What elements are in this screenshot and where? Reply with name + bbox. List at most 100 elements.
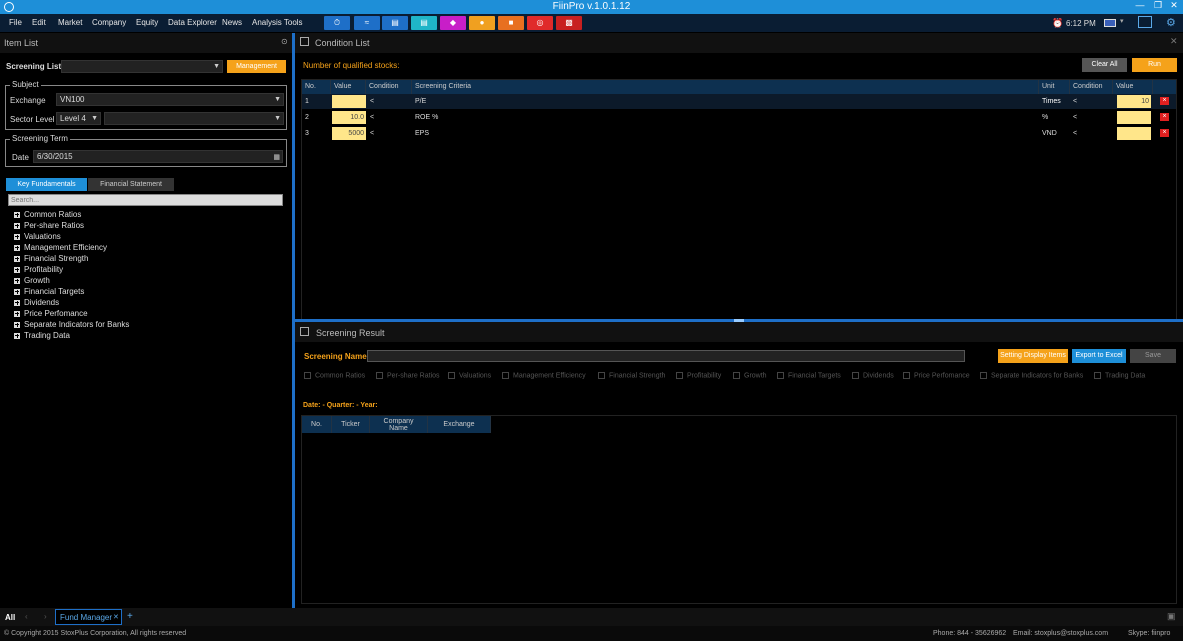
expand-icon[interactable] <box>14 310 20 317</box>
checkbox-icon[interactable] <box>304 372 311 379</box>
value-input[interactable] <box>332 95 366 108</box>
table-row[interactable]: 2 10.0 < ROE % % < × <box>302 110 1176 125</box>
checkbox-separate-indicators-banks[interactable]: Separate Indicators for Banks <box>980 372 1083 379</box>
checkbox-icon[interactable] <box>903 372 910 379</box>
menu-news[interactable]: News <box>222 18 242 27</box>
screening-name-input[interactable] <box>367 350 965 362</box>
tree-item-trading-data[interactable]: Trading Data <box>14 331 70 340</box>
delete-icon[interactable]: × <box>1160 129 1169 137</box>
presentation-icon[interactable]: ■ <box>498 16 524 30</box>
tree-item-separate-indicators-banks[interactable]: Separate Indicators for Banks <box>14 320 129 329</box>
analysis-icon[interactable]: ▩ <box>556 16 582 30</box>
chevron-left-icon[interactable]: ‹ <box>25 612 28 621</box>
minimize-icon[interactable]: — <box>1133 0 1147 10</box>
condition-select[interactable]: < <box>370 130 374 137</box>
value-input[interactable]: 5000 <box>332 127 366 140</box>
group-icon[interactable]: ● <box>469 16 495 30</box>
checkbox-common-ratios[interactable]: Common Ratios <box>304 372 365 379</box>
document-icon[interactable]: ▤ <box>411 16 437 30</box>
lock-icon[interactable]: ▣ <box>1167 611 1176 622</box>
expand-icon[interactable] <box>14 266 20 273</box>
menu-data-explorer[interactable]: Data Explorer <box>168 18 217 27</box>
close-icon[interactable]: ✕ <box>1167 0 1181 11</box>
tree-item-dividends[interactable]: Dividends <box>14 298 59 307</box>
checkbox-icon[interactable] <box>676 372 683 379</box>
checkbox-growth[interactable]: Growth <box>733 372 767 379</box>
run-button[interactable]: Run <box>1132 58 1177 72</box>
expand-icon[interactable] <box>14 244 20 251</box>
market-chart-icon[interactable]: ≈ <box>354 16 380 30</box>
menu-analysis-tools[interactable]: Analysis Tools <box>252 18 303 27</box>
calendar-icon[interactable]: ▦ <box>273 152 280 163</box>
gear-icon[interactable]: ⚙ <box>1166 16 1176 29</box>
condition-select-2[interactable]: < <box>1073 98 1077 105</box>
checkbox-financial-targets[interactable]: Financial Targets <box>777 372 841 379</box>
expand-icon[interactable] <box>14 288 20 295</box>
menu-file[interactable]: File <box>9 18 22 27</box>
checkbox-management-efficiency[interactable]: Management Efficiency <box>502 372 586 379</box>
checkbox-icon[interactable] <box>448 372 455 379</box>
chevron-right-icon[interactable]: › <box>44 612 47 621</box>
tree-item-valuations[interactable]: Valuations <box>14 232 61 241</box>
us-flag-icon[interactable] <box>1104 19 1116 27</box>
checkbox-icon[interactable] <box>598 372 605 379</box>
ideas-icon[interactable]: ◆ <box>440 16 466 30</box>
tree-item-financial-targets[interactable]: Financial Targets <box>14 287 84 296</box>
clear-all-button[interactable]: Clear All <box>1082 58 1127 72</box>
sector-select[interactable]: ▼ <box>104 112 284 125</box>
chevron-down-icon[interactable]: ▾ <box>1120 17 1124 25</box>
checkbox-valuations[interactable]: Valuations <box>448 372 491 379</box>
expand-icon[interactable] <box>14 332 20 339</box>
tree-item-profitability[interactable]: Profitability <box>14 265 63 274</box>
management-button[interactable]: Management <box>227 60 286 73</box>
tab-fund-manager[interactable]: Fund Manager ✕ <box>55 609 122 625</box>
checkbox-icon[interactable] <box>733 372 740 379</box>
condition-select[interactable]: < <box>370 98 374 105</box>
value-input-2[interactable] <box>1117 111 1151 124</box>
search-input[interactable] <box>8 194 283 206</box>
condition-select-2[interactable]: < <box>1073 130 1077 137</box>
export-to-excel-button[interactable]: Export to Excel <box>1072 349 1126 363</box>
date-input[interactable]: 6/30/2015 ▦ <box>33 150 283 163</box>
menu-market[interactable]: Market <box>58 18 82 27</box>
target-icon[interactable]: ◎ <box>527 16 553 30</box>
expand-icon[interactable] <box>14 222 20 229</box>
add-tab-icon[interactable]: + <box>127 611 133 622</box>
tab-financial-statement[interactable]: Financial Statement <box>88 178 174 191</box>
tree-item-financial-strength[interactable]: Financial Strength <box>14 254 88 263</box>
setting-display-items-button[interactable]: Setting Display Items <box>998 349 1068 363</box>
clock-arrow-icon[interactable]: ⏱ <box>324 16 350 30</box>
value-input[interactable]: 10.0 <box>332 111 366 124</box>
checkbox-per-share-ratios[interactable]: Per-share Ratios <box>376 372 440 379</box>
bar-chart-icon[interactable]: ▤ <box>382 16 408 30</box>
checkbox-financial-strength[interactable]: Financial Strength <box>598 372 665 379</box>
expand-icon[interactable] <box>14 233 20 240</box>
condition-select-2[interactable]: < <box>1073 114 1077 121</box>
checkbox-price-perfomance[interactable]: Price Perfomance <box>903 372 970 379</box>
checkbox-dividends[interactable]: Dividends <box>852 372 894 379</box>
expand-icon[interactable] <box>14 277 20 284</box>
checkbox-icon[interactable] <box>502 372 509 379</box>
tree-item-per-share-ratios[interactable]: Per-share Ratios <box>14 221 84 230</box>
menu-edit[interactable]: Edit <box>32 18 46 27</box>
alarm-icon[interactable]: ⏰ <box>1052 18 1063 29</box>
restore-icon[interactable]: ❐ <box>1151 0 1165 11</box>
expand-icon[interactable] <box>14 321 20 328</box>
checkbox-icon[interactable] <box>777 372 784 379</box>
tree-item-growth[interactable]: Growth <box>14 276 50 285</box>
condition-select[interactable]: < <box>370 114 374 121</box>
menu-company[interactable]: Company <box>92 18 126 27</box>
exchange-select[interactable]: VN100 ▼ <box>56 93 284 106</box>
all-tabs-button[interactable]: All <box>5 613 15 622</box>
save-button[interactable]: Save <box>1130 349 1176 363</box>
expand-icon[interactable] <box>14 299 20 306</box>
sector-level-select[interactable]: Level 4 ▼ <box>56 112 101 125</box>
checkbox-icon[interactable] <box>1094 372 1101 379</box>
checkbox-icon[interactable] <box>852 372 859 379</box>
expand-icon[interactable] <box>14 255 20 262</box>
expand-icon[interactable] <box>14 211 20 218</box>
checkbox-icon[interactable] <box>376 372 383 379</box>
tree-item-common-ratios[interactable]: Common Ratios <box>14 210 81 219</box>
delete-icon[interactable]: × <box>1160 97 1169 105</box>
menu-equity[interactable]: Equity <box>136 18 158 27</box>
